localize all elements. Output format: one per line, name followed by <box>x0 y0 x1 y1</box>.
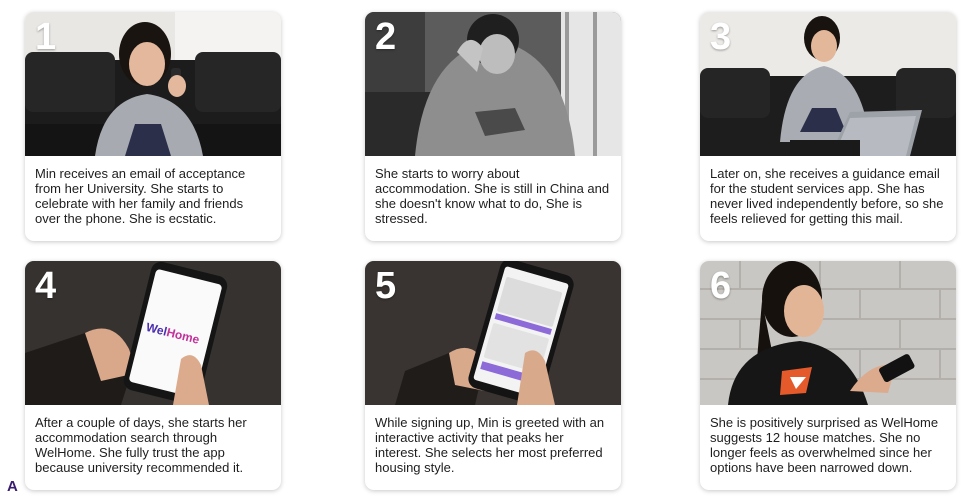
figure-label: A <box>7 478 18 495</box>
step-caption: She starts to worry about accommodation.… <box>375 166 610 226</box>
photo-surprised-illustration <box>700 261 956 405</box>
step-caption: Min receives an email of acceptance from… <box>35 166 246 226</box>
step-number: 3 <box>710 16 732 58</box>
step-caption: Later on, she receives a guidance email … <box>710 166 944 226</box>
photo-laptop: 3 <box>700 12 956 156</box>
storyboard-card-2: 2 She starts to worry about accommodatio… <box>365 12 621 241</box>
photo-phone-call-illustration <box>25 12 281 156</box>
photo-worried-illustration <box>365 12 621 156</box>
step-caption: After a couple of days, she starts her a… <box>35 415 247 475</box>
step-caption: She is positively surprised as WelHome s… <box>710 415 939 475</box>
photo-surprised: 6 <box>700 261 956 405</box>
step-caption: While signing up, Min is greeted with an… <box>375 415 605 475</box>
storyboard-card-4: WelHome 4 After a couple of days, she st… <box>25 261 281 490</box>
photo-app-launch: WelHome 4 <box>25 261 281 405</box>
step-number: 5 <box>375 265 397 307</box>
step-number: 2 <box>375 16 397 58</box>
storyboard-card-3: 3 Later on, she receives a guidance emai… <box>700 12 956 241</box>
step-number: 1 <box>35 16 57 58</box>
storyboard-card-6: 6 She is positively surprised as WelHome… <box>700 261 956 490</box>
storyboard-card-5: 5 While signing up, Min is greeted with … <box>365 261 621 490</box>
photo-phone-call: 1 <box>25 12 281 156</box>
photo-app-activity-illustration <box>365 261 621 405</box>
storyboard-card-1: 1 Min receives an email of acceptance fr… <box>25 12 281 241</box>
step-number: 4 <box>35 265 57 307</box>
photo-app-activity: 5 <box>365 261 621 405</box>
step-number: 6 <box>710 265 732 307</box>
photo-worried: 2 <box>365 12 621 156</box>
photo-laptop-illustration <box>700 12 956 156</box>
